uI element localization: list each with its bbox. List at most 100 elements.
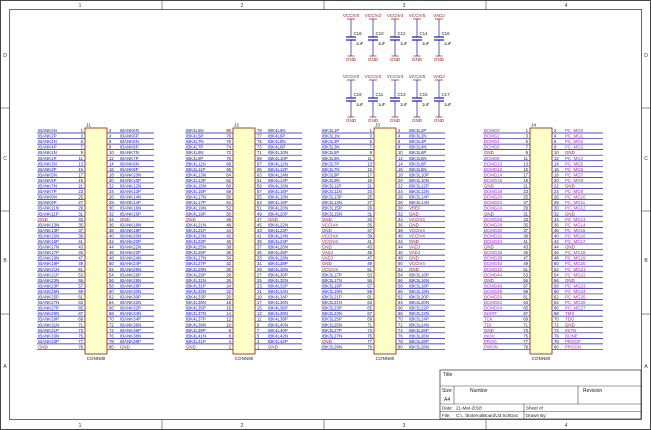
pin-number: 10 <box>226 322 231 327</box>
pin-number: 55 <box>257 195 262 200</box>
net-label: IBANK21N <box>38 267 59 272</box>
capacitor-power-net: VADJ <box>433 74 444 79</box>
pin-number: 38 <box>226 245 231 250</box>
capacitor-gnd-net: GND <box>412 57 423 62</box>
net-label: IBANK14P <box>120 200 141 205</box>
pin-number: 18 <box>109 172 114 177</box>
pin-number: 63 <box>523 300 528 305</box>
pin-number: 62 <box>398 295 403 300</box>
net-label: IBANK17N <box>38 245 59 250</box>
net-label: IBK4L39N <box>186 322 206 327</box>
pin-number: 64 <box>226 172 231 177</box>
pin-number: 23 <box>523 189 528 194</box>
net-label: IBK3L19N <box>322 289 342 294</box>
pin-number: 80 <box>398 344 403 349</box>
pin-number: 71 <box>367 322 372 327</box>
pin-number: 44 <box>554 245 559 250</box>
pin-number: 16 <box>398 167 403 172</box>
pin-number: 72 <box>554 322 559 327</box>
pin-number: 66 <box>226 167 231 172</box>
row-label: C <box>644 156 648 162</box>
net-label: GND <box>484 211 494 216</box>
pin-number: 1 <box>257 344 260 349</box>
net-label: IBANK22P <box>120 250 141 255</box>
pin-number: 12 <box>226 317 231 322</box>
net-label: IBK4L27P <box>186 261 206 266</box>
net-label: BCMG36 <box>484 250 503 255</box>
pin-number: 22 <box>226 289 231 294</box>
capacitor-gnd-net: GND <box>346 57 357 62</box>
pin-number: 38 <box>554 228 559 233</box>
pin-number: 11 <box>257 317 262 322</box>
net-label: IBANK30N <box>120 289 141 294</box>
pin-number: 32 <box>109 211 114 216</box>
pin-number: 71 <box>523 322 528 327</box>
net-label: VCCIV4 <box>409 233 425 238</box>
pin-number: 15 <box>257 306 262 311</box>
net-label: IBANK9N <box>120 161 139 166</box>
net-label: GND <box>565 245 575 250</box>
pin-number: 76 <box>226 139 231 144</box>
net-label: GND <box>322 339 332 344</box>
pin-number: 80 <box>226 128 231 133</box>
pin-number: 18 <box>398 172 403 177</box>
capacitor: VCCIV4 C13 1uF GND <box>387 74 408 123</box>
pin-number: 68 <box>109 311 114 316</box>
pin-number: 57 <box>257 189 262 194</box>
pin-number: 59 <box>257 184 262 189</box>
capacitor-value: 1uF <box>400 102 408 107</box>
net-label: BCMG24 <box>484 206 503 211</box>
net-label: IBANK23N <box>38 278 59 283</box>
net-label: PC_MG12 <box>565 206 586 211</box>
capacitor-power-net: VCCIV5 <box>409 13 426 18</box>
connector-body <box>373 127 397 355</box>
pin-number: 3 <box>257 339 260 344</box>
net-label: IBANK9P <box>38 200 57 205</box>
net-label: GND <box>565 150 575 155</box>
pin-number: 15 <box>523 167 528 172</box>
net-label: IBK3L1N <box>322 134 340 139</box>
pin-number: 53 <box>523 272 528 277</box>
pin-number: 32 <box>226 261 231 266</box>
net-label: IBANK26P <box>120 272 141 277</box>
capacitor-value: 1uF <box>400 41 408 46</box>
pin-number: 62 <box>226 178 231 183</box>
pin-number: 30 <box>226 267 231 272</box>
net-label: GND <box>565 184 575 189</box>
capacitor-power-net: VADJ <box>433 13 444 18</box>
pin-number: 40 <box>398 233 403 238</box>
net-label: GND <box>409 267 419 272</box>
net-label: GND <box>484 150 494 155</box>
pin-number: 61 <box>78 295 83 300</box>
net-label: IBK4L5P <box>186 134 203 139</box>
capacitor: VCCIV0 C19 1uF GND <box>343 74 364 123</box>
capacitor-ref: C11 <box>376 92 384 97</box>
pin-number: 65 <box>257 167 262 172</box>
net-label: IBK3L28N <box>409 344 429 349</box>
connector-j1: J1 CONN80 IBANK2N 1 IBANK6N 2 IBANK2P 3 IBANK6P 4… <box>37 123 154 361</box>
connector-body <box>529 127 553 355</box>
net-label: IBK4L19N <box>186 206 206 211</box>
pin-number: 41 <box>367 239 372 244</box>
net-label: IBK4L6P <box>268 134 285 139</box>
net-label: IBK3L15P <box>322 206 342 211</box>
pin-number: 39 <box>367 233 372 238</box>
row-label: A <box>644 364 648 370</box>
net-label: GND <box>120 217 130 222</box>
pin-number: 17 <box>257 300 262 305</box>
pin-number: 16 <box>226 306 231 311</box>
pin-number: 21 <box>257 289 262 294</box>
net-label: IBANK21P <box>38 272 59 277</box>
pin-number: 12 <box>554 156 559 161</box>
net-label: IBANK33P <box>38 339 59 344</box>
pin-number: 32 <box>554 211 559 216</box>
capacitor-gnd-net: GND <box>346 118 357 123</box>
net-label: IBK4L36N <box>268 300 288 305</box>
net-label: GND <box>484 184 494 189</box>
net-label: GND <box>268 217 278 222</box>
pin-number: 43 <box>257 228 262 233</box>
pin-number: 7 <box>257 328 260 333</box>
net-label: VREF <box>409 206 421 211</box>
net-label: IBANK27N <box>38 300 59 305</box>
pin-number: 2 <box>398 128 401 133</box>
